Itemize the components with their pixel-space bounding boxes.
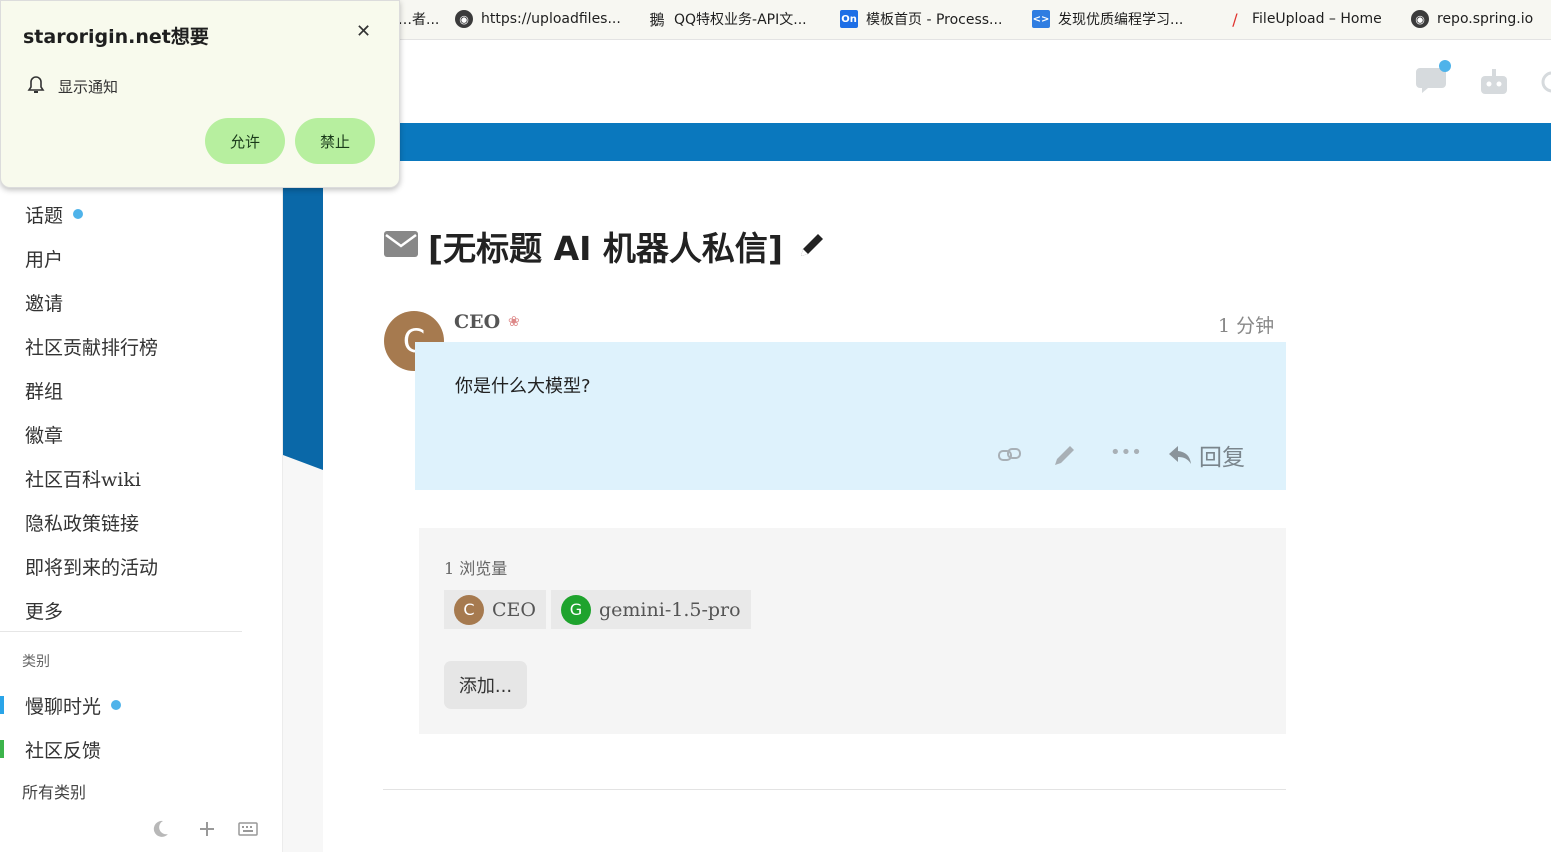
popup-title: starorigin.net想要 bbox=[23, 26, 209, 48]
bookmark-qq[interactable]: 鵝 QQ特权业务-API文... bbox=[648, 8, 807, 30]
code-icon: <> bbox=[1032, 10, 1050, 28]
sidebar-item-label: 话题 bbox=[25, 204, 64, 227]
post-body bbox=[415, 342, 1286, 490]
bookmark-label: …者... bbox=[398, 12, 440, 28]
sidebar-item-invites[interactable]: 邀请 bbox=[25, 287, 63, 317]
participant-name: gemini-1.5-pro bbox=[599, 598, 741, 621]
bell-icon bbox=[27, 76, 45, 93]
sidebar-item-label: 用户 bbox=[25, 248, 64, 271]
avatar: C bbox=[454, 594, 484, 625]
sidebar-item-label: 徽章 bbox=[25, 424, 64, 447]
permission-item-label: 显示通知 bbox=[58, 78, 119, 96]
feather-icon: / bbox=[1232, 9, 1238, 29]
keyboard-icon[interactable] bbox=[238, 822, 258, 836]
sidebar-item-events[interactable]: 即将到来的活动 bbox=[25, 551, 158, 581]
robot-icon[interactable] bbox=[1478, 68, 1510, 96]
globe-icon: ◉ bbox=[455, 10, 473, 28]
sidebar-item-label: 社区贡献排行榜 bbox=[25, 336, 159, 359]
all-categories-link[interactable]: 所有类别 bbox=[22, 779, 86, 803]
more-actions-icon[interactable]: ••• bbox=[1110, 442, 1142, 463]
flair-icon: ❀ bbox=[508, 314, 520, 330]
sidebar-item-leaderboard[interactable]: 社区贡献排行榜 bbox=[25, 331, 158, 361]
sidebar-item-label: 社区反馈 bbox=[25, 739, 102, 762]
sidebar-item-users[interactable]: 用户 bbox=[25, 243, 63, 273]
sidebar-item-label: 隐私政策链接 bbox=[25, 512, 140, 535]
envelope-icon bbox=[384, 231, 418, 257]
sidebar-item-wiki[interactable]: 社区百科wiki bbox=[25, 463, 141, 493]
post-time[interactable]: 1 分钟 bbox=[1218, 311, 1274, 338]
topic-map bbox=[419, 528, 1286, 734]
bookmark-label: https://uploadfiles... bbox=[481, 11, 621, 27]
close-icon[interactable]: ✕ bbox=[356, 21, 371, 42]
category-color-bar bbox=[0, 696, 4, 714]
bookmark-spring[interactable]: ◉ repo.spring.io bbox=[1411, 8, 1533, 30]
qq-icon: 鵝 bbox=[649, 10, 665, 29]
views-count: 1 浏览量 bbox=[444, 559, 508, 578]
participant-chip[interactable]: G gemini-1.5-pro bbox=[551, 590, 751, 629]
chat-icon[interactable] bbox=[1416, 60, 1452, 96]
participant-chip[interactable]: C CEO bbox=[444, 590, 546, 629]
bookmark-fileupload[interactable]: / FileUpload – Home bbox=[1226, 8, 1382, 30]
sidebar-category-slowchat[interactable]: 慢聊时光 bbox=[25, 690, 122, 720]
post-content: 你是什么大模型? bbox=[455, 376, 591, 397]
bookmark-truncated[interactable]: …者... bbox=[398, 8, 439, 30]
moon-icon[interactable] bbox=[150, 819, 170, 839]
processon-icon: On bbox=[840, 10, 858, 28]
edit-title-icon[interactable] bbox=[797, 230, 827, 260]
category-color-bar bbox=[0, 740, 4, 758]
topic-title: [无标题 AI 机器人私信] bbox=[428, 229, 783, 268]
allow-button[interactable]: 允许 bbox=[205, 118, 285, 164]
edit-icon[interactable] bbox=[1052, 442, 1078, 468]
left-sidebar: 话题 用户 邀请 社区贡献排行榜 群组 徽章 社区百科wiki 隐私政策链接 即… bbox=[0, 161, 283, 852]
bookmark-label: 发现优质编程学习... bbox=[1058, 12, 1184, 28]
categories-header[interactable]: 类别 bbox=[22, 651, 50, 671]
sidebar-item-label: 更多 bbox=[25, 600, 64, 623]
sidebar-gutter bbox=[283, 470, 323, 852]
unread-dot bbox=[73, 209, 84, 219]
sidebar-item-label: 群组 bbox=[25, 380, 64, 403]
sidebar-divider bbox=[0, 631, 242, 632]
sidebar-item-label: 邀请 bbox=[25, 292, 64, 315]
sidebar-item-badges[interactable]: 徽章 bbox=[25, 419, 63, 449]
sidebar-item-topics[interactable]: 话题 bbox=[25, 199, 84, 229]
sidebar-item-privacy[interactable]: 隐私政策链接 bbox=[25, 507, 139, 537]
block-button[interactable]: 禁止 bbox=[295, 118, 375, 164]
bookmark-coding[interactable]: <> 发现优质编程学习... bbox=[1032, 8, 1183, 30]
reply-icon[interactable] bbox=[1167, 443, 1193, 467]
globe-icon: ◉ bbox=[1411, 10, 1429, 28]
link-icon[interactable] bbox=[998, 445, 1022, 465]
bookmark-processon[interactable]: On 模板首页 - Process... bbox=[840, 8, 1002, 30]
bookmark-label: repo.spring.io bbox=[1437, 11, 1534, 27]
notification-permission-popup: starorigin.net想要 ✕ 显示通知 允许 禁止 bbox=[0, 0, 400, 188]
unread-dot bbox=[111, 700, 122, 710]
avatar: G bbox=[561, 594, 591, 625]
post-author[interactable]: CEO bbox=[454, 311, 500, 333]
sidebar-accent-strip bbox=[283, 161, 323, 470]
add-participant-button[interactable]: 添加... bbox=[444, 661, 527, 709]
participant-name: CEO bbox=[492, 598, 536, 621]
sidebar-category-feedback[interactable]: 社区反馈 bbox=[25, 734, 101, 764]
search-icon[interactable] bbox=[1540, 70, 1551, 96]
sidebar-item-groups[interactable]: 群组 bbox=[25, 375, 63, 405]
sidebar-item-label: 社区百科wiki bbox=[25, 468, 141, 491]
reply-button[interactable]: 回复 bbox=[1199, 438, 1245, 472]
content-divider bbox=[383, 789, 1286, 790]
sidebar-item-label: 慢聊时光 bbox=[25, 695, 102, 718]
bookmark-label: FileUpload – Home bbox=[1252, 11, 1382, 27]
sidebar-item-label: 即将到来的活动 bbox=[25, 556, 159, 579]
plus-icon[interactable] bbox=[198, 820, 216, 838]
bookmark-label: 模板首页 - Process... bbox=[866, 12, 1003, 28]
sidebar-item-more[interactable]: 更多 bbox=[25, 595, 63, 625]
bookmark-uploadfiles[interactable]: ◉ https://uploadfiles... bbox=[455, 8, 621, 30]
bookmark-label: QQ特权业务-API文... bbox=[674, 12, 807, 28]
